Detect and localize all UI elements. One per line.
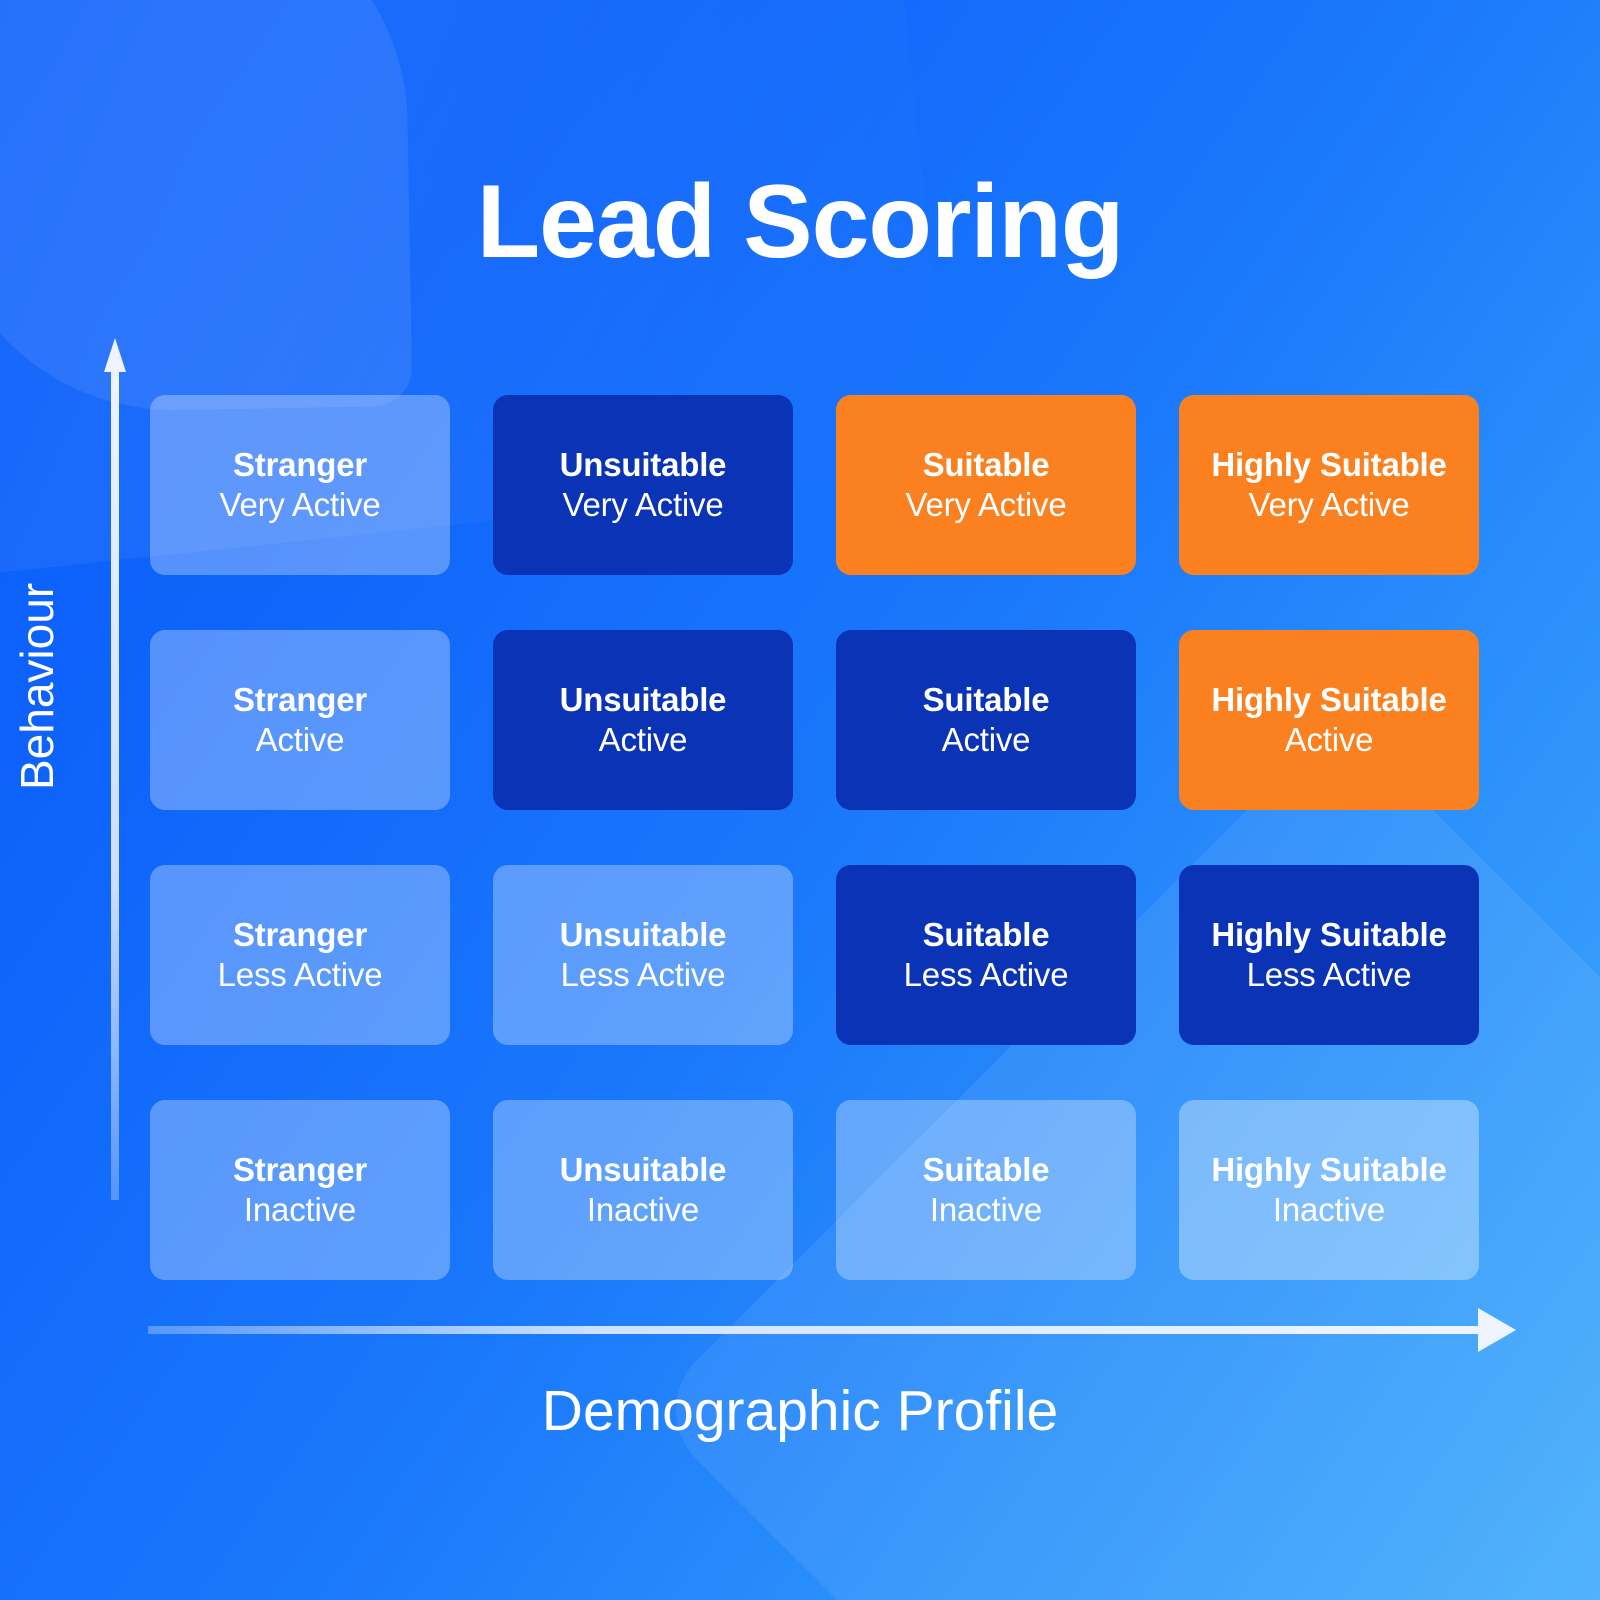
matrix-cell[interactable]: Highly Suitable Active <box>1179 630 1479 810</box>
matrix-cell[interactable]: Unsuitable Very Active <box>493 395 793 575</box>
lead-scoring-matrix-canvas: Lead Scoring Behaviour Demographic Profi… <box>0 0 1600 1600</box>
matrix-cell[interactable]: Highly Suitable Inactive <box>1179 1100 1479 1280</box>
matrix-cell-title: Suitable <box>922 1150 1050 1188</box>
matrix-cell[interactable]: Stranger Inactive <box>150 1100 450 1280</box>
matrix-cell[interactable]: Suitable Inactive <box>836 1100 1136 1280</box>
matrix-cell-subtitle: Less Active <box>1246 956 1412 993</box>
matrix-cell-title: Unsuitable <box>559 1150 727 1188</box>
matrix-cell-title: Suitable <box>922 915 1050 953</box>
matrix-cell[interactable]: Stranger Less Active <box>150 865 450 1045</box>
matrix-cell[interactable]: Highly Suitable Very Active <box>1179 395 1479 575</box>
matrix-cell-subtitle: Inactive <box>929 1191 1043 1228</box>
matrix-cell-title: Unsuitable <box>559 680 727 718</box>
matrix-cell-subtitle: Inactive <box>1272 1191 1386 1228</box>
page-title: Lead Scoring <box>476 164 1125 280</box>
matrix-cell-title: Highly Suitable <box>1211 680 1447 718</box>
y-axis-label: Behaviour <box>11 582 63 790</box>
matrix-cell[interactable]: Stranger Active <box>150 630 450 810</box>
matrix-cell-subtitle: Very Active <box>562 486 724 523</box>
matrix-cell[interactable]: Highly Suitable Less Active <box>1179 865 1479 1045</box>
matrix-cell-title: Unsuitable <box>559 915 727 953</box>
matrix-cell[interactable]: Unsuitable Less Active <box>493 865 793 1045</box>
matrix-cell[interactable]: Unsuitable Inactive <box>493 1100 793 1280</box>
matrix-cell-title: Suitable <box>922 445 1050 483</box>
matrix-cell-title: Unsuitable <box>559 445 727 483</box>
x-axis-arrow <box>148 1308 1516 1352</box>
matrix-cell-subtitle: Very Active <box>905 486 1067 523</box>
matrix-cell-title: Highly Suitable <box>1211 445 1447 483</box>
y-axis-arrow <box>104 338 126 1200</box>
matrix-cell-title: Highly Suitable <box>1211 1150 1447 1188</box>
matrix-cell[interactable]: Suitable Active <box>836 630 1136 810</box>
matrix-cell-subtitle: Active <box>1284 721 1374 758</box>
matrix-cell-subtitle: Very Active <box>1248 486 1410 523</box>
matrix-cell[interactable]: Unsuitable Active <box>493 630 793 810</box>
matrix-cell-title: Stranger <box>232 680 368 718</box>
matrix-cell-title: Stranger <box>232 445 368 483</box>
matrix-cell-subtitle: Inactive <box>243 1191 357 1228</box>
x-axis-label: Demographic Profile <box>541 1379 1059 1443</box>
matrix-cell-subtitle: Inactive <box>586 1191 700 1228</box>
matrix-cell-subtitle: Less Active <box>560 956 726 993</box>
matrix-cell-subtitle: Less Active <box>903 956 1069 993</box>
matrix-cell-title: Stranger <box>232 1150 368 1188</box>
matrix-cell-subtitle: Active <box>941 721 1031 758</box>
matrix-grid: Stranger Very Active Unsuitable Very Active… <box>150 395 1480 1295</box>
matrix-cell-subtitle: Very Active <box>219 486 381 523</box>
matrix-cell-subtitle: Active <box>255 721 345 758</box>
matrix-cell[interactable]: Suitable Very Active <box>836 395 1136 575</box>
matrix-cell-title: Highly Suitable <box>1211 915 1447 953</box>
matrix-cell-title: Suitable <box>922 680 1050 718</box>
matrix-cell-subtitle: Active <box>598 721 688 758</box>
matrix-cell-subtitle: Less Active <box>217 956 383 993</box>
matrix-cell-title: Stranger <box>232 915 368 953</box>
matrix-cell[interactable]: Stranger Very Active <box>150 395 450 575</box>
matrix-cell[interactable]: Suitable Less Active <box>836 865 1136 1045</box>
